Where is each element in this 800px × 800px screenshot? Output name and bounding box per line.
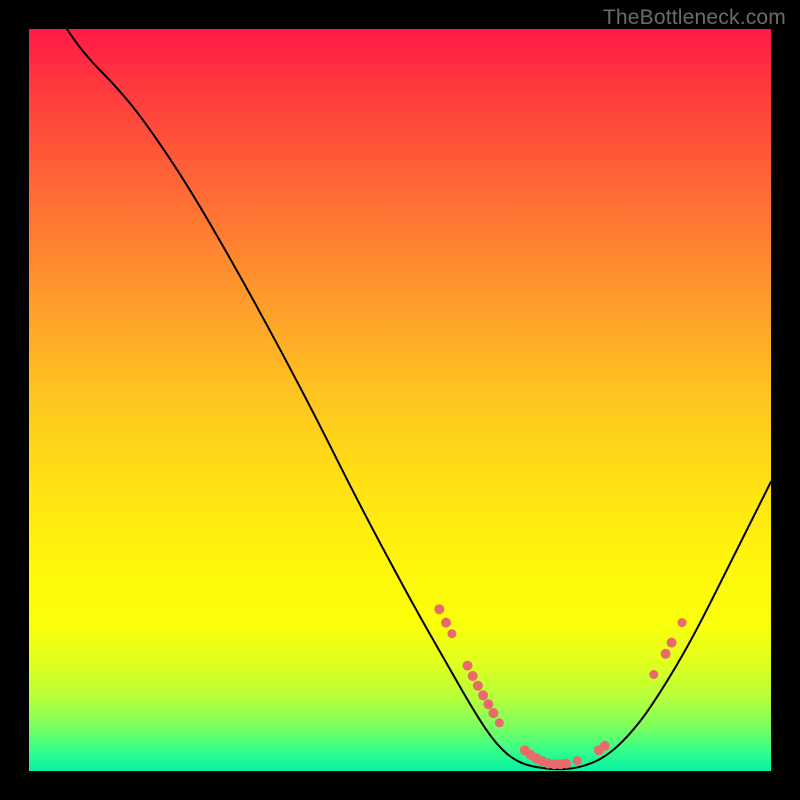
bottleneck-curve [29, 0, 771, 769]
data-point-marker [468, 671, 478, 681]
chart-area [29, 29, 771, 771]
data-point-marker [495, 718, 504, 727]
data-point-marker [561, 759, 571, 769]
data-point-marker [678, 618, 687, 627]
data-point-marker [661, 649, 671, 659]
data-point-marker [434, 604, 444, 614]
data-point-marker [463, 661, 473, 671]
curve-markers [434, 604, 686, 769]
data-point-marker [478, 690, 488, 700]
watermark-text: TheBottleneck.com [603, 6, 786, 30]
data-point-marker [649, 670, 658, 679]
data-point-marker [573, 756, 582, 765]
data-point-marker [667, 638, 677, 648]
chart-svg [29, 29, 771, 771]
data-point-marker [483, 699, 493, 709]
data-point-marker [441, 618, 451, 628]
data-point-marker [447, 629, 456, 638]
data-point-marker [473, 681, 483, 691]
data-point-marker [489, 708, 499, 718]
data-point-marker [600, 741, 610, 751]
